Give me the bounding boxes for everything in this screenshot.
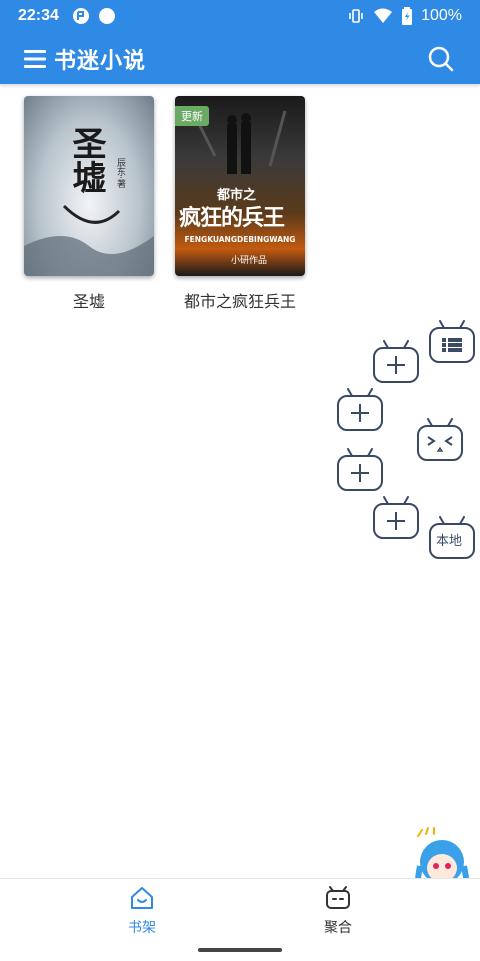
status-notification-icons — [72, 7, 116, 25]
cover-author: 辰东·著 — [115, 158, 125, 188]
cover-title: 圣墟 — [66, 126, 106, 194]
menu-icon[interactable] — [24, 46, 46, 72]
nav-label-bookshelf: 书架 — [128, 920, 156, 936]
search-icon[interactable] — [428, 46, 454, 72]
cover-author: 小研作品 — [231, 256, 268, 266]
battery-percent: 100% — [421, 7, 462, 24]
status-time: 22:34 — [18, 7, 59, 24]
emoji-fab-button[interactable] — [416, 418, 464, 462]
status-right: 100% — [347, 7, 462, 25]
status-bar: 22:34 100% — [0, 0, 480, 34]
app-notification-icon — [73, 8, 89, 24]
book-cover: 更新 都市之 疯狂的兵王 FENGKUANGDEBINGWANG 小研作品 — [175, 96, 305, 276]
app-bar: 书迷小说 — [0, 34, 480, 84]
add-fab-button[interactable] — [336, 388, 384, 432]
nav-tab-aggregate[interactable]: 聚合 — [308, 885, 368, 937]
gesture-navigation-bar[interactable] — [198, 948, 282, 952]
add-fab-button[interactable] — [336, 448, 384, 492]
bookshelf-house-icon — [131, 887, 153, 909]
add-fab-button[interactable] — [372, 340, 420, 384]
nav-label-aggregate: 聚合 — [324, 920, 352, 936]
local-fab-label: 本地 — [436, 534, 463, 549]
cover-pinyin: FENGKUANGDEBINGWANG — [184, 235, 296, 244]
cover-title-main: 疯狂的兵王 — [179, 205, 285, 231]
list-fab-button[interactable] — [428, 320, 476, 364]
circle-notification-icon — [99, 8, 115, 24]
wifi-icon — [374, 8, 393, 23]
battery-icon — [402, 7, 413, 25]
add-fab-button[interactable] — [372, 496, 420, 540]
book-title: 圣墟 — [72, 292, 105, 311]
tv-icon — [326, 886, 350, 909]
vibrate-icon — [349, 9, 363, 23]
book-item[interactable]: 圣墟 辰东·著 圣墟 — [24, 96, 154, 312]
nav-tab-bookshelf[interactable]: 书架 — [112, 885, 172, 937]
book-cover: 圣墟 辰东·著 — [24, 96, 154, 276]
local-fab-button[interactable]: 本地 — [428, 516, 476, 560]
app-title: 书迷小说 — [54, 49, 147, 74]
book-title: 都市之疯狂兵王 — [183, 292, 296, 311]
book-item[interactable]: 更新 都市之 疯狂的兵王 FENGKUANGDEBINGWANG 小研作品 都市… — [175, 96, 305, 312]
update-badge: 更新 — [175, 106, 209, 126]
